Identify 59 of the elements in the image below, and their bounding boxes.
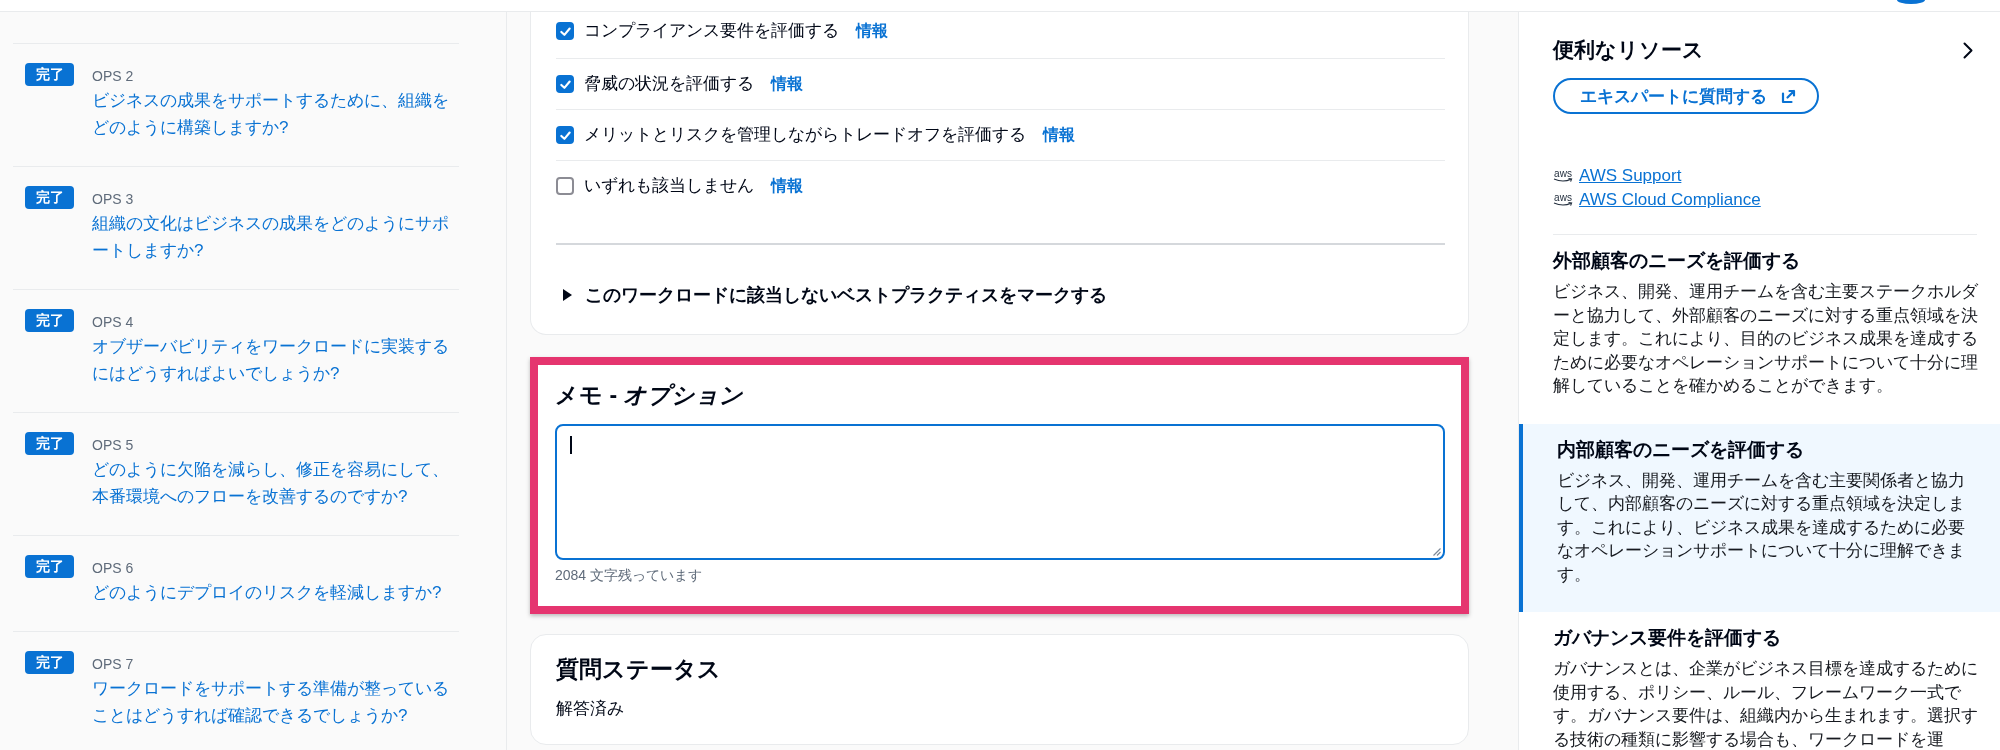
checkbox-label: メリットとリスクを管理しながらトレードオフを評価する — [584, 124, 1026, 146]
topic-description: ガバナンスとは、企業がビジネス目標を達成するために使用する、ポリシー、ルール、フレームワーク一式です。ガバナンス要件は、組織内から生まれます。選択する技術の種類に影響する場合も、ワークロードを運 — [1553, 658, 1979, 750]
status-badge: 完了 — [25, 186, 74, 209]
resource-link[interactable]: AWS Cloud Compliance — [1579, 188, 1761, 212]
question-id: OPS 6 — [92, 559, 135, 578]
status-value: 解答済み — [556, 698, 625, 720]
text-caret-icon — [570, 436, 572, 454]
checkbox[interactable] — [556, 126, 574, 144]
question-link[interactable]: どのようにデプロイのリスクを軽減しますか? — [92, 579, 459, 606]
character-count: 2084 文字残っています — [555, 566, 704, 584]
resource-link[interactable]: AWS Support — [1579, 164, 1682, 188]
topic-description: ビジネス、開発、運用チームを含む主要ステークホルダーと協力して、外部顧客のニーズに対する重点領域を決定します。これにより、目的のビジネス成果を達成するために必要なオペレーションサポートについて十分に理解していることを確かめることができます。 — [1553, 281, 1979, 397]
avatar-icon[interactable] — [1897, 0, 1925, 4]
status-badge: 完了 — [25, 63, 74, 86]
info-link[interactable]: 情報 — [771, 72, 803, 96]
checkbox[interactable] — [556, 22, 574, 40]
chevron-right-icon[interactable] — [1963, 41, 1973, 59]
question-id: OPS 5 — [92, 436, 135, 455]
help-topic[interactable]: 外部顧客のニーズを評価する ビジネス、開発、運用チームを含む主要ステークホルダーと協力して、外部顧客のニーズに対する重点領域を決定します。これにより、目的のビジネス成果を達成するために必要なオペレーションサポートについて十分に理解していることを確かめることができます。 — [1519, 235, 2000, 424]
aws-logo: aws — [1553, 193, 1573, 207]
expander-toggle[interactable]: このワークロードに該当しないベストプラクティスをマークする — [556, 281, 1107, 309]
checkbox-label: コンプライアンス要件を評価する — [584, 20, 839, 42]
question-id: OPS 7 — [92, 655, 135, 674]
topic-description: ビジネス、開発、運用チームを含む主要関係者と協力して、内部顧客のニーズに対する重点領域を決定します。これにより、ビジネス成果を達成するために必要なオペレーションサポートについて十分に理解できます。 — [1557, 469, 1966, 586]
question-id: OPS 3 — [92, 190, 135, 209]
external-link-icon — [1781, 88, 1796, 104]
topic-title: 外部顧客のニーズを評価する — [1553, 249, 1801, 273]
question-link[interactable]: 組織の文化はビジネスの成果をどのようにサポートしますか? — [92, 210, 459, 264]
question-id: OPS 2 — [92, 67, 135, 86]
status-badge: 完了 — [25, 555, 74, 578]
memo-heading: メモ - オプション — [555, 381, 745, 410]
help-topic[interactable]: 内部顧客のニーズを評価する ビジネス、開発、運用チームを含む主要関係者と協力して、内部顧客のニーズに対する重点領域を決定します。これにより、ビジネス成果を達成するために必要なオペレーションサポートについて十分に理解できます。 — [1519, 423, 2000, 612]
checkbox-label: いずれも該当しません — [584, 175, 754, 197]
question-link[interactable]: ワークロードをサポートする準備が整っていることはどうすれば確認できるでしょうか? — [92, 675, 459, 729]
info-link[interactable]: 情報 — [1043, 123, 1075, 147]
checkbox[interactable] — [556, 75, 574, 93]
aws-logo: aws — [1553, 169, 1573, 183]
checkbox[interactable] — [556, 177, 574, 195]
question-link[interactable]: どのように欠陥を減らし、修正を容易にして、本番環境へのフローを改善するのですか? — [92, 456, 459, 510]
checkmark-icon — [558, 24, 572, 38]
checkmark-icon — [558, 128, 572, 142]
panel-heading: 便利なリソース — [1553, 37, 1704, 64]
resize-handle-icon[interactable] — [1431, 546, 1441, 556]
help-topic[interactable]: ガバナンス要件を評価する ガバナンスとは、企業がビジネス目標を達成するために使用する、ポリシー、ルール、フレームワーク一式です。ガバナンス要件は、組織内から生まれます。選択する技術の種類に影響する場合も、ワークロードを運 — [1519, 612, 2000, 750]
question-link[interactable]: ビジネスの成果をサポートするために、組織をどのように構築しますか? — [92, 87, 459, 141]
ask-expert-button[interactable]: エキスパートに質問する — [1553, 78, 1819, 114]
checkmark-icon — [558, 77, 572, 91]
memo-field[interactable] — [555, 424, 1445, 560]
checkbox-label: 脅威の状況を評価する — [584, 73, 754, 95]
info-link[interactable]: 情報 — [771, 174, 803, 198]
info-link[interactable]: 情報 — [856, 19, 888, 43]
topic-title: 内部顧客のニーズを評価する — [1557, 437, 1805, 462]
status-heading: 質問ステータス — [556, 655, 722, 684]
topic-title: ガバナンス要件を評価する — [1553, 626, 1782, 650]
question-id: OPS 4 — [92, 313, 135, 332]
question-link[interactable]: オブザーバビリティをワークロードに実装するにはどうすればよいでしょうか? — [92, 333, 459, 387]
status-badge: 完了 — [25, 651, 74, 674]
status-badge: 完了 — [25, 432, 74, 455]
status-badge: 完了 — [25, 309, 74, 332]
